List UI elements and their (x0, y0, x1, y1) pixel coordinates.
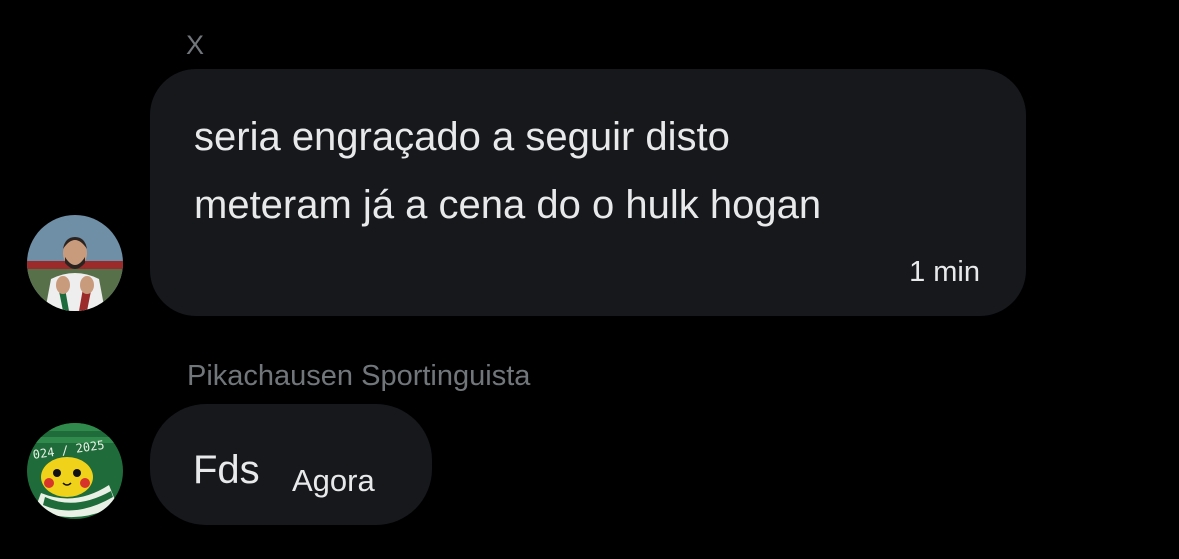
sender-name[interactable]: X (186, 28, 204, 62)
pikachu-sporting-avatar-icon: 024 / 2025 (27, 423, 123, 519)
message-line-1: seria engraçado a seguir disto (194, 115, 730, 159)
message-text: Fds (193, 448, 260, 492)
message-timestamp: 1 min (909, 256, 980, 288)
avatar[interactable]: 024 / 2025 (27, 423, 123, 519)
message-line-2: meteram já a cena do o hulk hogan (194, 183, 822, 227)
footballer-avatar-icon (27, 215, 123, 311)
sender-name[interactable]: Pikachausen Sportinguista (187, 359, 530, 393)
avatar[interactable] (27, 215, 123, 311)
message-bubble[interactable]: seria engraçado a seguir disto meteram j… (150, 69, 1026, 316)
message-timestamp: Agora (292, 463, 375, 498)
message-bubble[interactable]: Fds Agora (150, 404, 432, 525)
